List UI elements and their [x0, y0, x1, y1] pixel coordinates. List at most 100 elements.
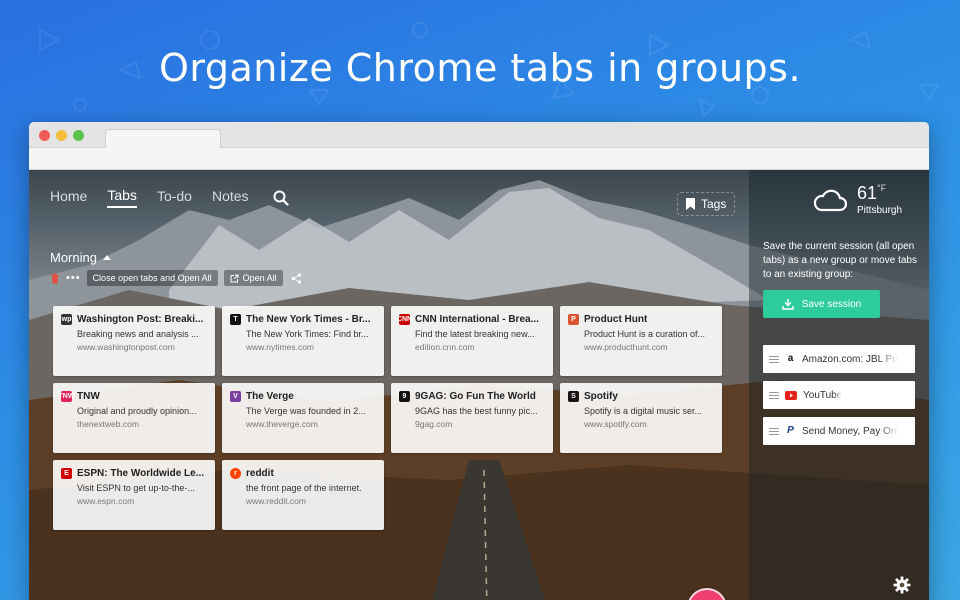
cnn-icon: CNN — [396, 314, 413, 325]
gear-icon[interactable] — [893, 576, 911, 594]
tab-card[interactable]: S Spotify Spotify is a digital music ser.… — [560, 383, 722, 453]
temperature: 61°F — [857, 183, 902, 203]
group-actions: ••• Close open tabs and Open All Open Al… — [50, 270, 302, 286]
9gag-icon: 9 — [399, 391, 410, 402]
drag-handle-icon[interactable] — [769, 391, 779, 399]
card-title: Washington Post: Breaki... — [77, 314, 204, 325]
card-description: the front page of the internet. — [246, 483, 362, 493]
saved-groups-list: a Amazon.com: JBL Pu YouTube P Send Mone… — [763, 345, 915, 453]
nav-todo[interactable]: To-do — [157, 188, 192, 207]
new-tab-page: Home Tabs To-do Notes Tags Morning ••• C… — [29, 170, 929, 600]
sidebar: 61°F Pittsburgh Save the current session… — [749, 170, 929, 600]
temperature-unit: °F — [877, 183, 887, 193]
card-url: www.reddit.com — [246, 496, 306, 506]
close-window-button[interactable] — [39, 130, 50, 141]
drag-handle-icon[interactable] — [769, 427, 779, 435]
card-description: The Verge was founded in 2... — [246, 406, 366, 416]
saved-group-label: Amazon.com: JBL Pu — [802, 353, 898, 365]
card-url: www.spotify.com — [584, 419, 647, 429]
card-description: Spotify is a digital music ser... — [584, 406, 703, 416]
card-title: ESPN: The Worldwide Le... — [77, 468, 205, 479]
tnw-icon: TNW — [58, 391, 75, 402]
caret-up-icon — [102, 255, 111, 260]
tab-card[interactable]: T The New York Times - Br... The New York… — [222, 306, 384, 376]
top-nav: Home Tabs To-do Notes — [50, 187, 289, 208]
tab-card[interactable]: TNW TNW Original and proudly opinion... t… — [53, 383, 215, 453]
close-open-tabs-button[interactable]: Close open tabs and Open All — [86, 270, 218, 286]
verge-icon: V — [230, 391, 241, 402]
title-bar — [29, 122, 929, 149]
spotify-icon: S — [568, 391, 579, 402]
drag-handle-icon[interactable] — [769, 355, 779, 363]
reddit-icon: r — [230, 468, 241, 479]
tab-card[interactable]: wp Washington Post: Breaki... Breaking ne… — [53, 306, 215, 376]
external-link-icon — [230, 274, 239, 282]
tab-card[interactable]: CNN CNN International - Brea... Find the … — [391, 306, 553, 376]
favicon-text: V — [233, 393, 238, 400]
card-description: 9GAG has the best funny pic... — [415, 406, 538, 416]
nytimes-icon: T — [230, 314, 241, 325]
search-icon[interactable] — [273, 190, 289, 206]
group-title-dropdown[interactable]: Morning — [50, 250, 111, 265]
product-hunt-icon: P — [568, 314, 579, 325]
nav-tabs[interactable]: Tabs — [107, 187, 137, 208]
city-name: Pittsburgh — [857, 205, 903, 216]
card-description: Product Hunt is a curation of... — [584, 329, 706, 339]
saved-group-item[interactable]: P Send Money, Pay Onl — [763, 417, 915, 445]
card-url: www.nytimes.com — [246, 342, 315, 352]
download-icon — [782, 299, 794, 310]
favicon-text: E — [64, 470, 69, 477]
card-url: 9gag.com — [415, 419, 453, 429]
favicon-text: 9 — [402, 393, 407, 400]
card-description: Breaking news and analysis ... — [77, 329, 199, 339]
favicon-text: CNN — [396, 316, 413, 323]
favicon-text: TNW — [58, 393, 75, 400]
card-title: CNN International - Brea... — [415, 314, 539, 325]
browser-tab[interactable] — [105, 129, 221, 149]
save-session-button[interactable]: Save session — [763, 290, 880, 318]
saved-group-item[interactable]: a Amazon.com: JBL Pu — [763, 345, 915, 373]
more-options-icon[interactable]: ••• — [66, 273, 81, 284]
favicon-text: wp — [61, 316, 72, 323]
card-url: www.washingtonpost.com — [77, 342, 175, 352]
saved-group-label: YouTube — [803, 389, 843, 401]
favicon-text: T — [233, 316, 238, 323]
headline: Organize Chrome tabs in groups. — [158, 46, 802, 90]
card-title: TNW — [77, 391, 100, 402]
tab-card[interactable]: 9 9GAG: Go Fun The World 9GAG has the bes… — [391, 383, 553, 453]
weather-widget: 61°F Pittsburgh — [813, 184, 902, 216]
share-icon[interactable] — [291, 272, 302, 284]
open-all-button[interactable]: Open All — [223, 270, 283, 286]
card-url: edition.cnn.com — [415, 342, 475, 352]
card-url: www.espn.com — [77, 496, 135, 506]
favicon-text: P — [571, 316, 576, 323]
youtube-icon — [785, 390, 797, 400]
browser-window: Home Tabs To-do Notes Tags Morning ••• C… — [29, 122, 929, 600]
card-title: The New York Times - Br... — [246, 314, 371, 325]
plus-icon: + — [699, 594, 714, 600]
minimize-window-button[interactable] — [56, 130, 67, 141]
card-title: Spotify — [584, 391, 618, 402]
nav-home[interactable]: Home — [50, 188, 87, 207]
card-url: www.theverge.com — [246, 419, 318, 429]
address-bar[interactable] — [29, 148, 929, 170]
tab-card[interactable]: E ESPN: The Worldwide Le... Visit ESPN to… — [53, 460, 215, 530]
tags-button[interactable]: Tags — [677, 192, 736, 216]
open-all-label: Open All — [242, 273, 277, 283]
amazon-icon: a — [785, 353, 796, 365]
tab-card[interactable]: V The Verge The Verge was founded in 2...… — [222, 383, 384, 453]
card-description: Find the latest breaking new... — [415, 329, 535, 339]
tags-label: Tags — [701, 197, 727, 211]
tab-card[interactable]: r reddit the front page of the internet. … — [222, 460, 384, 530]
saved-group-item[interactable]: YouTube — [763, 381, 915, 409]
maximize-window-button[interactable] — [73, 130, 84, 141]
saved-group-label: Send Money, Pay Onl — [802, 425, 899, 437]
card-description: Original and proudly opinion... — [77, 406, 197, 416]
card-title: reddit — [246, 468, 274, 479]
favicon-text: r — [234, 470, 237, 477]
close-open-tabs-label: Close open tabs and Open All — [92, 273, 212, 283]
save-session-label: Save session — [801, 298, 862, 310]
trash-icon[interactable] — [50, 273, 60, 284]
nav-notes[interactable]: Notes — [212, 188, 249, 207]
tab-card[interactable]: P Product Hunt Product Hunt is a curation… — [560, 306, 722, 376]
